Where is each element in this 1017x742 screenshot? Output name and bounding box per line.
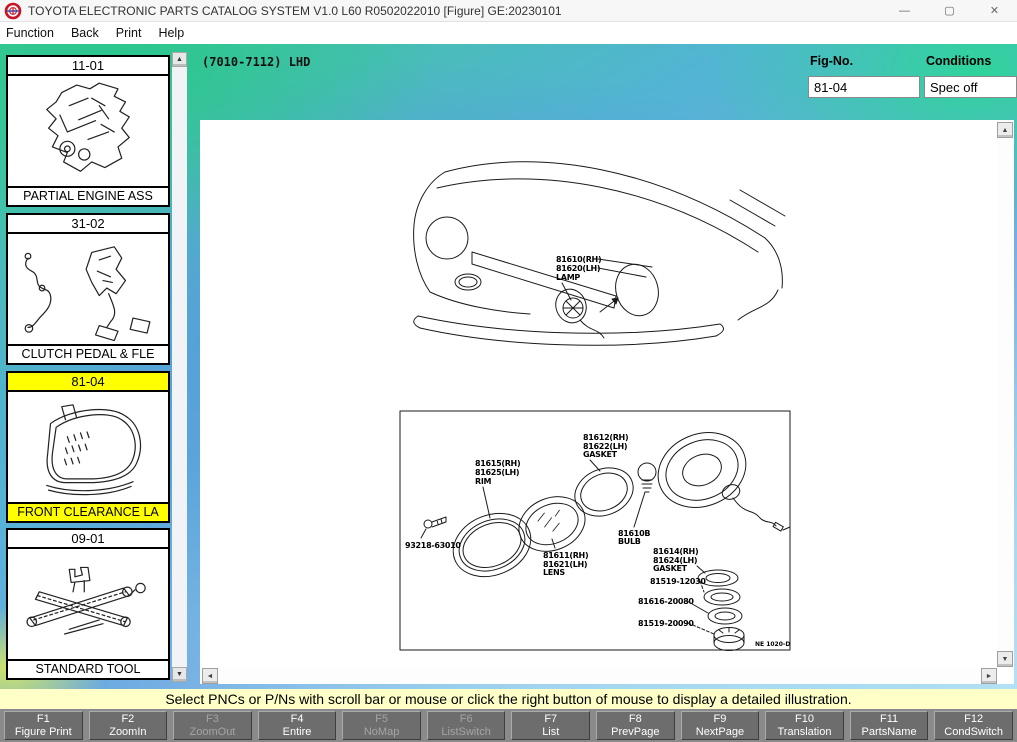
conditions-label: Conditions [926, 54, 991, 68]
parts-illustration: 81610(RH) 81620(LH) LAMP [200, 120, 997, 667]
sidebar-item-partial-engine[interactable]: 11-01 PARTIAL ENGINE ASS [6, 55, 170, 207]
svg-text:81519-20090: 81519-20090 [638, 619, 694, 628]
engine-thumbnail [8, 76, 168, 186]
scroll-up-icon[interactable]: ▲ [172, 52, 187, 67]
title-bar: TOYOTA ELECTRONIC PARTS CATALOG SYSTEM V… [0, 0, 1017, 22]
scroll-down-icon[interactable]: ▼ [997, 651, 1013, 667]
sidebar-scrollbar[interactable]: ▲ ▼ [172, 52, 187, 682]
figure-label: STANDARD TOOL [8, 659, 168, 678]
svg-text:LENS: LENS [543, 568, 565, 577]
sidebar-item-front-clearance-lamp[interactable]: 81-04 FRONT CLEARANCE LA [6, 371, 170, 523]
menu-help[interactable]: Help [158, 24, 193, 42]
svg-text:81610(RH): 81610(RH) [556, 255, 601, 264]
fkey-list-switch[interactable]: F6ListSwitch [427, 711, 506, 740]
drawing-sheet-mark: NE 1020-D [755, 641, 790, 648]
window-title: TOYOTA ELECTRONIC PARTS CATALOG SYSTEM V… [28, 4, 562, 18]
clearance-lamp-thumbnail [8, 392, 168, 502]
menu-back[interactable]: Back [71, 24, 108, 42]
fkey-zoom-in[interactable]: F2ZoomIn [89, 711, 168, 740]
status-bar: Select PNCs or P/Ns with scroll bar or m… [0, 689, 1017, 709]
fkey-parts-name[interactable]: F11PartsName [850, 711, 929, 740]
svg-text:GASKET: GASKET [583, 450, 618, 459]
fig-no-input[interactable] [808, 76, 920, 98]
sidebar-item-standard-tool[interactable]: 09-01 STANDARD TOOL [6, 528, 170, 680]
svg-text:81620(LH): 81620(LH) [556, 264, 600, 273]
svg-text:81625(LH): 81625(LH) [475, 468, 519, 477]
figure-code: 09-01 [8, 530, 168, 549]
menu-function[interactable]: Function [6, 24, 63, 42]
svg-text:81614(RH): 81614(RH) [653, 547, 698, 556]
maximize-button[interactable]: ▢ [927, 0, 972, 22]
canvas-horizontal-scrollbar[interactable]: ◄ ► [200, 668, 997, 684]
svg-text:81611(RH): 81611(RH) [543, 551, 588, 560]
scroll-down-icon[interactable]: ▼ [172, 667, 187, 682]
figure-code: 11-01 [8, 57, 168, 76]
fkey-figure-print[interactable]: F1Figure Print [4, 711, 83, 740]
callout-washer[interactable]: 81519-12030 [650, 577, 706, 592]
fkey-entire[interactable]: F4Entire [258, 711, 337, 740]
svg-text:81519-12030: 81519-12030 [650, 577, 706, 586]
fkey-zoom-out[interactable]: F3ZoomOut [173, 711, 252, 740]
fkey-next-page[interactable]: F9NextPage [681, 711, 760, 740]
close-button[interactable]: ✕ [972, 0, 1017, 22]
fkey-list[interactable]: F7List [511, 711, 590, 740]
fkey-prev-page[interactable]: F8PrevPage [596, 711, 675, 740]
scroll-left-icon[interactable]: ◄ [202, 668, 218, 684]
figure-label: PARTIAL ENGINE ASS [8, 186, 168, 205]
svg-text:81616-20080: 81616-20080 [638, 597, 694, 606]
fkey-cond-switch[interactable]: F12CondSwitch [934, 711, 1013, 740]
svg-text:BULB: BULB [618, 537, 641, 546]
app-logo-icon [4, 2, 22, 20]
svg-text:81615(RH): 81615(RH) [475, 459, 520, 468]
figure-canvas[interactable]: 81610(RH) 81620(LH) LAMP [200, 120, 1014, 684]
callout-nut[interactable]: 81519-20090 [638, 619, 714, 634]
sidebar-item-clutch-pedal[interactable]: 31-02 CLUTCH PEDAL & FLE [6, 213, 170, 365]
svg-text:GASKET: GASKET [653, 564, 688, 573]
fkey-nomap[interactable]: F5NoMap [342, 711, 421, 740]
scroll-up-icon[interactable]: ▲ [997, 122, 1013, 138]
callout-lamp[interactable]: 81610(RH) 81620(LH) LAMP [556, 255, 652, 300]
clutch-pedal-thumbnail [8, 234, 168, 344]
fig-no-label: Fig-No. [810, 54, 853, 68]
menu-bar: Function Back Print Help [0, 22, 1017, 44]
callout-rim[interactable]: 81615(RH) 81625(LH) RIM [475, 459, 520, 518]
svg-text:RIM: RIM [475, 477, 492, 486]
jack-thumbnail [8, 549, 168, 659]
figure-code: 81-04 [8, 373, 168, 392]
figure-label: CLUTCH PEDAL & FLE [8, 344, 168, 363]
status-message: Select PNCs or P/Ns with scroll bar or m… [165, 691, 851, 707]
svg-text:LAMP: LAMP [556, 273, 580, 282]
conditions-input[interactable] [924, 76, 1017, 98]
canvas-vertical-scrollbar[interactable]: ▲ ▼ [997, 120, 1013, 667]
figure-code: 31-02 [8, 215, 168, 234]
menu-print[interactable]: Print [116, 24, 151, 42]
car-front-drawing [414, 162, 785, 346]
callout-front-gasket[interactable]: 81612(RH) 81622(LH) GASKET [583, 433, 628, 471]
function-key-bar: F1Figure Print F2ZoomIn F3ZoomOut F4Enti… [0, 709, 1017, 742]
scroll-right-icon[interactable]: ► [981, 668, 997, 684]
callout-rear-gasket[interactable]: 81614(RH) 81624(LH) GASKET [653, 547, 705, 573]
callout-screw[interactable]: 93218-63010 [405, 529, 461, 550]
svg-text:81612(RH): 81612(RH) [583, 433, 628, 442]
figure-area-code: (7010-7112) LHD [202, 55, 310, 69]
minimize-button[interactable]: — [882, 0, 927, 22]
figure-label: FRONT CLEARANCE LA [8, 502, 168, 521]
svg-text:93218-63010: 93218-63010 [405, 541, 461, 550]
fkey-translation[interactable]: F10Translation [765, 711, 844, 740]
callout-retainer[interactable]: 81616-20080 [638, 597, 708, 613]
